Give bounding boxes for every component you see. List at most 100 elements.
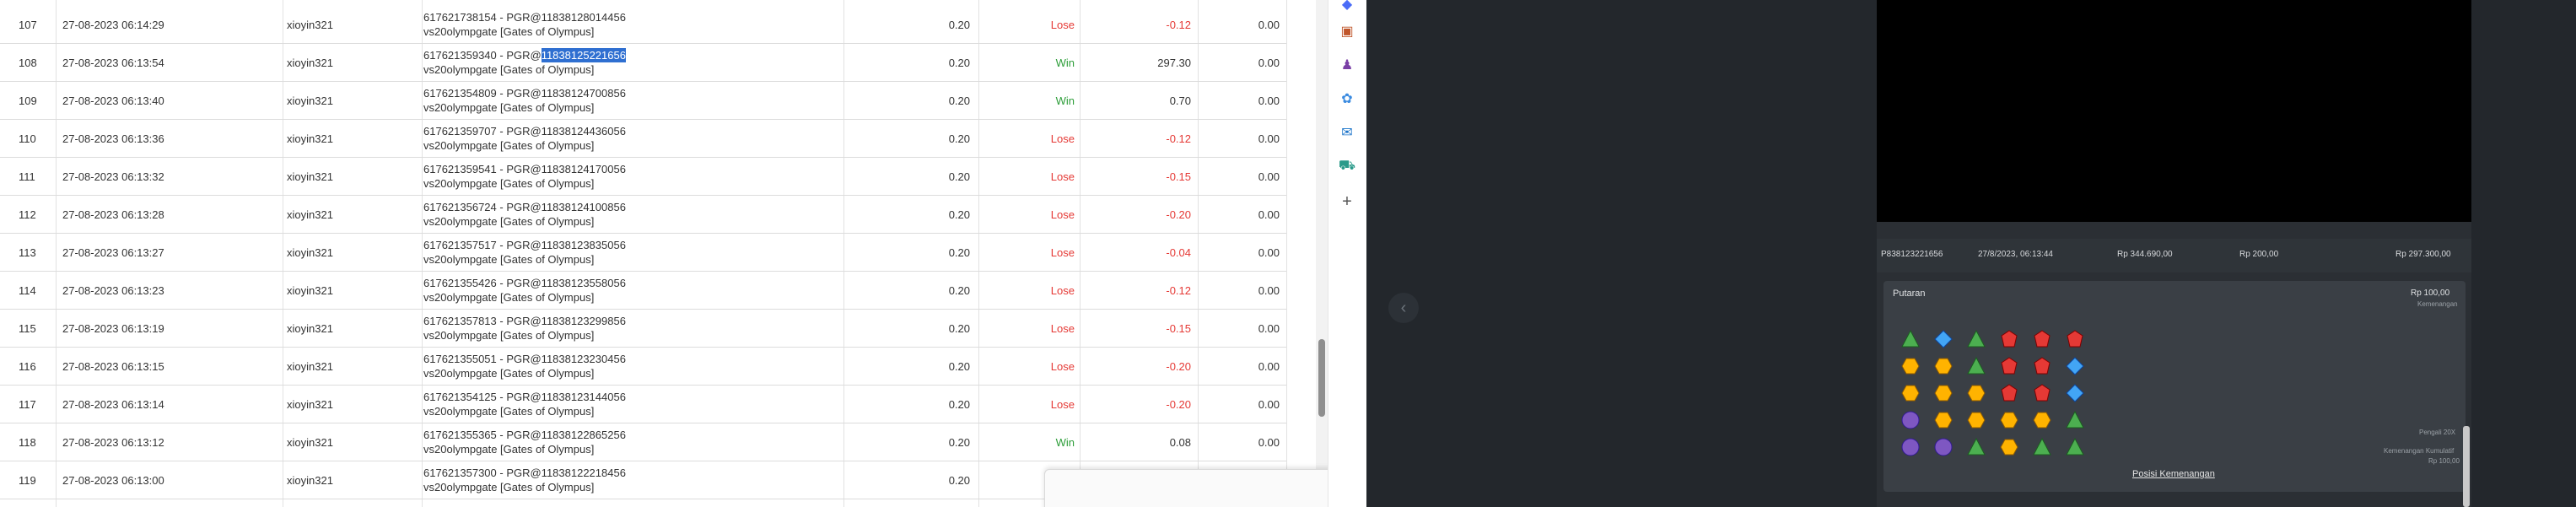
history-row[interactable]: P838123221656 27/8/2023, 06:13:44 Rp 344…: [1877, 239, 2471, 272]
table-row[interactable]: 112 27-08-2023 06:13:28 xioyin321 617621356…: [0, 196, 1286, 234]
row-bet: 0.20: [948, 170, 970, 183]
row-date: 27-08-2023 06:13:15: [62, 359, 164, 373]
desc-line: 617621355051 - PGR@11838123230456: [423, 353, 626, 365]
row-user: xioyin321: [287, 321, 333, 335]
row-result: Lose: [1050, 208, 1075, 221]
row-user: xioyin321: [287, 359, 333, 373]
row-amount: -0.15: [1166, 170, 1191, 183]
table-row[interactable]: 111 27-08-2023 06:13:32 xioyin321 617621359…: [0, 158, 1286, 196]
row-amount: -0.04: [1166, 245, 1191, 259]
row-description: 617621356724 - PGR@11838124100856 vs20oly…: [422, 196, 843, 233]
gem-icon: [1999, 437, 2019, 457]
chevron-left-icon[interactable]: ‹: [1388, 293, 1419, 323]
row-date: 27-08-2023 06:13:19: [62, 321, 164, 335]
game-scrollbar[interactable]: [2463, 426, 2470, 507]
row-date: 27-08-2023 06:13:00: [62, 473, 164, 487]
row-amount: -0.20: [1166, 397, 1191, 411]
row-description: 617621354125 - PGR@11838123144056 vs20oly…: [422, 386, 843, 423]
row-balance: 0.00: [1258, 359, 1280, 373]
game-name: vs20olympgate [Gates of Olympus]: [423, 215, 595, 228]
copilot-icon[interactable]: ✿: [1338, 89, 1356, 108]
gem-icon: [2032, 437, 2052, 457]
table-row[interactable]: 108 27-08-2023 06:13:54 xioyin321 617621359…: [0, 44, 1286, 82]
table-row[interactable]: 118 27-08-2023 06:13:12 xioyin321 617621355…: [0, 423, 1286, 461]
game-name: vs20olympgate [Gates of Olympus]: [423, 367, 595, 380]
table-row[interactable]: 110 27-08-2023 06:13:36 xioyin321 617621359…: [0, 120, 1286, 158]
add-icon[interactable]: +: [1338, 192, 1356, 211]
column-divider: [1286, 0, 1287, 507]
row-description: 617621355426 - PGR@11838123558056 vs20oly…: [422, 272, 843, 309]
table-row[interactable]: 117 27-08-2023 06:13:14 xioyin321 617621354…: [0, 386, 1286, 423]
people-icon[interactable]: ♟: [1338, 56, 1356, 74]
gem-icon: [1900, 437, 1921, 457]
game-name: vs20olympgate [Gates of Olympus]: [423, 101, 595, 114]
row-bet: 0.20: [948, 208, 970, 221]
game-name: vs20olympgate [Gates of Olympus]: [423, 139, 595, 152]
row-balance: 0.00: [1258, 435, 1280, 449]
outlook-icon[interactable]: ✉: [1338, 123, 1356, 142]
row-date: 27-08-2023 06:13:54: [62, 56, 164, 69]
gem-icon: [2032, 329, 2052, 349]
table-row[interactable]: 109 27-08-2023 06:13:40 xioyin321 617621354…: [0, 82, 1286, 120]
shopping-icon[interactable]: ⛟: [1338, 157, 1356, 175]
row-amount: 0.08: [1169, 435, 1191, 449]
row-date: 27-08-2023 06:13:36: [62, 132, 164, 145]
cumulative-label: Kemenangan Kumulatif: [2384, 447, 2455, 455]
row-user: xioyin321: [287, 397, 333, 411]
row-user: xioyin321: [287, 208, 333, 221]
row-amount: -0.15: [1166, 321, 1191, 335]
row-date: 27-08-2023 06:13:28: [62, 208, 164, 221]
row-bet: 0.20: [948, 283, 970, 297]
row-user: xioyin321: [287, 435, 333, 449]
gem-icon: [2065, 383, 2085, 403]
diamond-icon[interactable]: ◆: [1338, 0, 1356, 13]
table-row[interactable]: 116 27-08-2023 06:13:15 xioyin321 617621355…: [0, 348, 1286, 386]
gem-icon: [1966, 329, 1986, 349]
row-bet: 0.20: [948, 435, 970, 449]
winning-position-link[interactable]: Posisi Kemenangan: [2132, 469, 2215, 479]
row-date: 27-08-2023 06:13:14: [62, 397, 164, 411]
desc-line: 617621357813 - PGR@11838123299856: [423, 315, 626, 327]
row-balance: 0.00: [1258, 245, 1280, 259]
row-user: xioyin321: [287, 56, 333, 69]
table-scrollbar-track[interactable]: [1316, 0, 1328, 507]
table-row[interactable]: 107 27-08-2023 06:14:29 xioyin321 617621738…: [0, 6, 1286, 44]
row-date: 27-08-2023 06:13:40: [62, 94, 164, 107]
row-number: 115: [19, 321, 36, 335]
row-balance: 0.00: [1258, 208, 1280, 221]
row-bet: 0.20: [948, 94, 970, 107]
game-name: vs20olympgate [Gates of Olympus]: [423, 443, 595, 456]
toolbox-icon[interactable]: ▣: [1338, 22, 1356, 40]
gem-icon: [1999, 410, 2019, 430]
row-result: Win: [1055, 56, 1075, 69]
row-description: 617621357813 - PGR@11838123299856 vs20oly…: [422, 310, 843, 347]
game-video-area: [1877, 0, 2471, 222]
row-date: 27-08-2023 06:13:12: [62, 435, 164, 449]
row-description: 617621355365 - PGR@11838122865256 vs20oly…: [422, 423, 843, 461]
round-bet: Rp 200,00: [2239, 250, 2279, 259]
table-scrollbar-thumb[interactable]: [1318, 339, 1325, 417]
row-result: Win: [1055, 94, 1075, 107]
row-balance: 0.00: [1258, 397, 1280, 411]
gem-icon: [2065, 410, 2085, 430]
row-number: 110: [19, 132, 36, 145]
row-number: 111: [19, 170, 35, 183]
row-number: 119: [19, 473, 36, 487]
spin-win-value: Rp 100,00: [2411, 289, 2450, 298]
row-result: Win: [1055, 435, 1075, 449]
row-description: 617621357300 - PGR@11838122218456 vs20oly…: [422, 461, 843, 499]
row-balance: 0.00: [1258, 94, 1280, 107]
gem-icon: [2065, 437, 2085, 457]
desc-line: 617621357300 - PGR@11838122218456: [423, 467, 626, 479]
row-user: xioyin321: [287, 18, 333, 31]
row-description: 617621738154 - PGR@11838128014456 vs20oly…: [422, 6, 843, 43]
round-id: P838123221656: [1881, 250, 1943, 259]
table-row[interactable]: 113 27-08-2023 06:13:27 xioyin321 617621357…: [0, 234, 1286, 272]
round-balance: Rp 344.690,00: [2117, 250, 2173, 259]
table-row[interactable]: 115 27-08-2023 06:13:19 xioyin321 617621357…: [0, 310, 1286, 348]
table-row[interactable]: 114 27-08-2023 06:13:23 xioyin321 617621355…: [0, 272, 1286, 310]
row-number: 118: [19, 435, 36, 449]
row-result: Lose: [1050, 359, 1075, 373]
row-date: 27-08-2023 06:13:27: [62, 245, 164, 259]
selected-text[interactable]: 11838125221656: [541, 48, 626, 62]
